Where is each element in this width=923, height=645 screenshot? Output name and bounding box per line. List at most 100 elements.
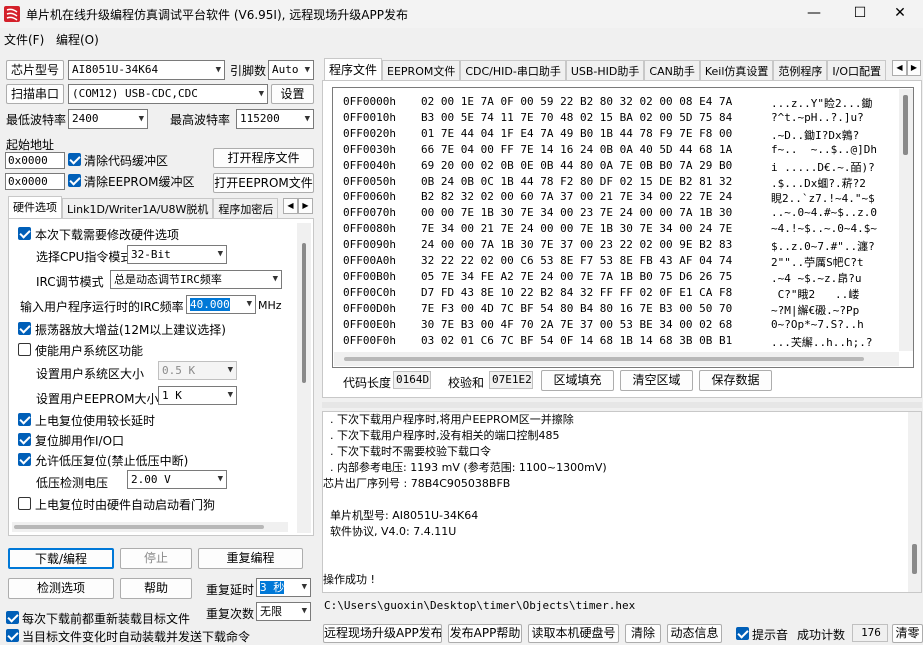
tab-scroll-left-icon[interactable]: ◀ [283, 198, 298, 214]
max-baud-select[interactable]: 115200 ▼ [236, 109, 314, 129]
open-program-file-button[interactable]: 打开程序文件 [213, 148, 314, 168]
hex-row-bytes[interactable]: 69 20 00 02 0B 0E 0B 44 80 0A 7E 0B B0 7… [421, 159, 732, 172]
hex-row-ascii[interactable]: C?"睋2 ..嵝 [771, 286, 860, 302]
auto-reload-checkbox[interactable] [6, 629, 19, 642]
log-vscrollbar[interactable] [908, 412, 921, 592]
tab-io-config[interactable]: I/O口配置 [827, 60, 886, 80]
tab-cdc-serial-assistant[interactable]: CDC/HID-串口助手 [460, 60, 566, 80]
hex-row-bytes[interactable]: 66 7E 04 00 FF 7E 14 16 24 0B 0A 40 5D 4… [421, 143, 732, 156]
scan-port-button[interactable]: 扫描串口 [6, 84, 64, 104]
scrollbar-thumb[interactable] [302, 243, 306, 383]
panel-splitter[interactable] [322, 402, 922, 408]
lvd-voltage-select[interactable]: 2.00 V ▼ [127, 470, 227, 489]
hex-row-ascii[interactable]: ?^t.~pH..?.]u? [771, 111, 864, 124]
tab-scroll-right-icon[interactable]: ▶ [298, 198, 313, 214]
hex-row-bytes[interactable]: 30 7E B3 00 4F 70 2A 7E 37 00 53 BE 34 0… [421, 318, 732, 331]
tab-example-programs[interactable]: 范例程序 [773, 60, 828, 80]
code-start-address-input[interactable]: 0x0000 [5, 152, 65, 169]
hex-row-ascii[interactable]: ..~.0~4.#~$..z.0 [771, 206, 877, 219]
hex-row-ascii[interactable]: .~4 ~$.~z.皍?u [771, 270, 861, 286]
publish-app-button[interactable]: 远程现场升级APP发布 [323, 624, 442, 643]
reload-before-download-checkbox[interactable] [6, 611, 19, 624]
eeprom-start-address-input[interactable]: 0x0000 [5, 173, 65, 190]
detect-options-button[interactable]: 检测选项 [8, 578, 114, 599]
hscrollbar-thumb[interactable] [14, 525, 264, 529]
hex-row-bytes[interactable]: 32 22 22 02 00 C6 53 8E F7 53 8E FB 43 A… [421, 254, 732, 267]
hex-row-ascii[interactable]: 睍2..`z7.!~4."~$ [771, 190, 875, 206]
eeprom-size-select[interactable]: 1 K ▼ [158, 386, 237, 405]
save-data-button[interactable]: 保存数据 [699, 370, 772, 391]
min-baud-select[interactable]: 2400 ▼ [68, 109, 148, 129]
pin-count-select[interactable]: Auto ▼ [268, 60, 314, 80]
hex-row-bytes[interactable]: 24 00 00 7A 1B 30 7E 37 00 23 22 02 00 9… [421, 238, 732, 251]
hex-row-bytes[interactable]: 0B 24 0B 0C 1B 44 78 F2 80 DF 02 15 DE B… [421, 175, 732, 188]
irc-mode-select[interactable]: 总是动态调节IRC频率 ▼ [110, 270, 282, 289]
tab-can-assistant[interactable]: CAN助手 [644, 60, 700, 80]
com-port-select[interactable]: (COM12) USB-CDC,CDC ▼ [68, 84, 268, 104]
long-reset-delay-checkbox[interactable] [18, 413, 31, 426]
hex-row-bytes[interactable]: 03 02 01 C6 7C BF 54 0F 14 68 1B 14 68 3… [421, 334, 732, 347]
osc-gain-checkbox[interactable] [18, 322, 31, 335]
low-voltage-reset-checkbox[interactable] [18, 453, 31, 466]
right-tab-scroll-right-icon[interactable]: ▶ [907, 60, 921, 76]
help-button[interactable]: 帮助 [120, 578, 192, 599]
hex-row-bytes[interactable]: 01 7E 44 04 1F E4 7A 49 B0 1B 44 78 F9 7… [421, 127, 732, 140]
hex-row-bytes[interactable]: 7E F3 00 4D 7C BF 54 80 B4 80 16 7E B3 0… [421, 302, 732, 315]
close-button[interactable]: ✕ [877, 0, 923, 28]
options-hscrollbar[interactable] [12, 522, 288, 532]
hex-row-ascii[interactable]: i .....D€.~.皕)? [771, 159, 875, 175]
hex-row-bytes[interactable]: D7 FD 43 8E 10 22 B2 84 32 FF FF 02 0F E… [421, 286, 732, 299]
area-fill-button[interactable]: 区域填充 [541, 370, 614, 391]
modify-hw-options-checkbox[interactable] [18, 227, 31, 240]
chip-model-label[interactable]: 芯片型号 [6, 60, 64, 80]
hex-row-ascii[interactable]: f~.. ~..$..@]Dh [771, 143, 877, 156]
hex-row-ascii[interactable]: $..z.0~7.#"..瀍? [771, 238, 875, 254]
hscrollbar-thumb[interactable] [344, 357, 864, 361]
hex-editor[interactable]: 0FF0000h 02 00 1E 7A 0F 00 59 22 B2 80 32… [332, 87, 914, 368]
hex-row-bytes[interactable]: B2 82 32 02 00 60 7A 37 00 21 7E 34 00 2… [421, 190, 732, 203]
hex-row-ascii[interactable]: .~D..鋤I?Dx鶉? [771, 127, 859, 143]
publish-app-help-button[interactable]: 发布APP帮助 [448, 624, 522, 643]
read-disk-id-button[interactable]: 读取本机硬盘号 [528, 624, 619, 643]
hex-row-bytes[interactable]: B3 00 5E 74 11 7E 70 48 02 15 BA 02 00 5… [421, 111, 732, 124]
menu-file[interactable]: 文件(F) [4, 31, 44, 48]
reset-pin-io-checkbox[interactable] [18, 433, 31, 446]
hex-row-ascii[interactable]: ...z..Y"睑2...鋤 [771, 95, 872, 111]
hex-row-ascii[interactable]: ~4.!~$..~.0~4.$~ [771, 222, 877, 235]
scrollbar-thumb[interactable] [903, 95, 908, 155]
hex-row-ascii[interactable]: 0~?Op*~7.S?..h [771, 318, 864, 331]
hex-row-bytes[interactable]: 02 00 1E 7A 0F 00 59 22 B2 80 32 02 00 0… [421, 95, 732, 108]
user-system-area-checkbox[interactable] [18, 343, 31, 356]
clear-log-button[interactable]: 清除 [625, 624, 661, 643]
clear-area-button[interactable]: 清空区域 [620, 370, 693, 391]
tab-eeprom-file[interactable]: EEPROM文件 [382, 60, 461, 80]
hex-vscrollbar[interactable] [899, 89, 913, 351]
hw-watchdog-checkbox[interactable] [18, 497, 31, 510]
scrollbar-thumb[interactable] [912, 544, 917, 574]
tab-hardware-options[interactable]: 硬件选项 [8, 196, 62, 218]
repeat-delay-select[interactable]: 3 秒 ▼ [256, 578, 311, 597]
hex-row-ascii[interactable]: 2""..苧厲S帊C?t [771, 254, 864, 270]
hex-row-ascii[interactable]: .$...Dx蜖?.菥?2 [771, 175, 866, 191]
hex-row-bytes[interactable]: 7E 34 00 21 7E 24 00 00 7E 1B 30 7E 34 0… [421, 222, 732, 235]
clear-eeprom-buffer-checkbox[interactable] [68, 174, 81, 187]
minimize-button[interactable]: — [791, 0, 837, 28]
chip-model-select[interactable]: AI8051U-34K64 ▼ [68, 60, 225, 80]
tab-link1d-offline[interactable]: Link1D/Writer1A/U8W脱机 [62, 198, 214, 218]
menu-program[interactable]: 编程(O) [56, 31, 99, 48]
system-area-size-select[interactable]: 0.5 K ▼ [158, 361, 237, 380]
download-program-button[interactable]: 下载/编程 [8, 548, 114, 569]
settings-button[interactable]: 设置 [271, 84, 314, 104]
tab-program-file[interactable]: 程序文件 [324, 58, 383, 80]
tab-program-encryption[interactable]: 程序加密后 [213, 198, 279, 218]
hex-row-ascii[interactable]: ...芖繲..h..h;.? [771, 334, 872, 350]
hex-row-bytes[interactable]: 05 7E 34 FE A2 7E 24 00 7E 7A 1B B0 75 D… [421, 270, 732, 283]
right-tab-scroll-left-icon[interactable]: ◀ [892, 60, 907, 76]
reset-count-button[interactable]: 清零 [892, 624, 923, 643]
options-scrollbar[interactable] [297, 223, 311, 533]
clear-code-buffer-checkbox[interactable] [68, 153, 81, 166]
irc-frequency-input[interactable]: 40.000 ▼ [186, 295, 256, 314]
hex-hscrollbar[interactable] [334, 352, 899, 366]
tab-usb-hid-assistant[interactable]: USB-HID助手 [565, 60, 645, 80]
repeat-program-button[interactable]: 重复编程 [198, 548, 303, 569]
